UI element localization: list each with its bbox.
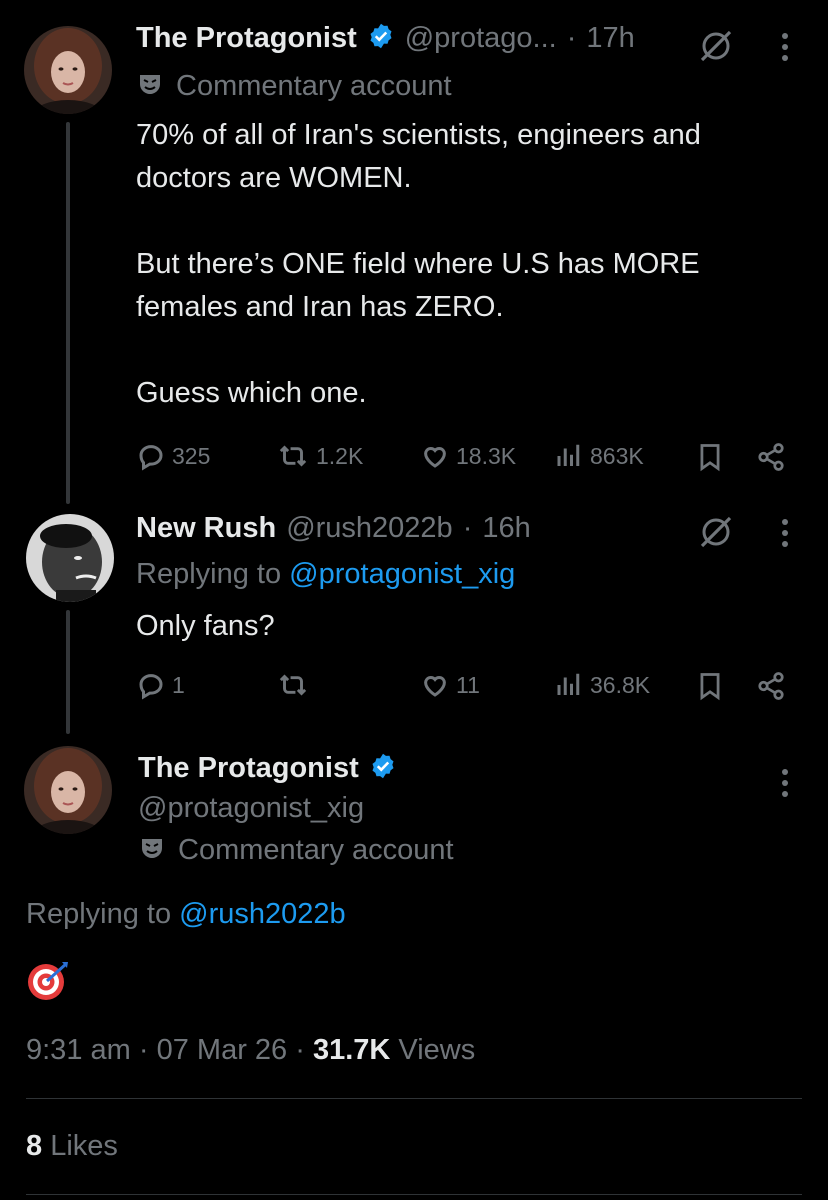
reply-count: 325 [172, 442, 211, 469]
like-button[interactable]: 18.3K [420, 441, 516, 471]
grok-slash-icon[interactable] [696, 26, 736, 71]
replying-handle-link[interactable]: @rush2022b [179, 898, 346, 930]
display-name[interactable]: New Rush [136, 512, 276, 545]
likes-total: 8 [26, 1130, 43, 1162]
like-button[interactable]: 11 [420, 670, 480, 700]
thread-line [66, 122, 70, 504]
like-count: 11 [456, 671, 480, 698]
likes-summary[interactable]: 8 Likes [26, 1130, 118, 1163]
tweet-date[interactable]: 07 Mar 26 [157, 1034, 288, 1066]
tweet-time[interactable]: 9:31 am [26, 1034, 131, 1066]
tweet-header: The Protagonist [138, 752, 397, 785]
reply-icon [139, 445, 163, 471]
separator: · [566, 22, 577, 54]
views-icon [557, 444, 580, 466]
tweet-line: doctors are WOMEN. [136, 162, 412, 194]
replying-prefix: Replying to [136, 558, 282, 590]
share-icon[interactable] [756, 671, 786, 706]
commentary-text: Commentary account [176, 70, 452, 102]
like-icon [424, 676, 446, 697]
views-label: Views [398, 1034, 476, 1066]
share-icon[interactable] [756, 442, 786, 477]
views-count: 36.8K [590, 671, 651, 698]
handle[interactable]: @protago... [405, 22, 557, 55]
like-icon [424, 447, 446, 468]
verified-badge-icon [369, 752, 397, 785]
more-icon[interactable] [778, 516, 792, 555]
tweet-line: females and Iran has ZERO. [136, 291, 504, 323]
commentary-text: Commentary account [178, 834, 454, 866]
repost-icon [279, 674, 307, 696]
repost-button[interactable]: 1.2K [276, 441, 363, 471]
tweet-line: But there’s ONE field where U.S has MORE [136, 248, 700, 280]
tweet-header: The Protagonist @protago... · 17h [136, 22, 635, 55]
reply-button[interactable]: 1 [136, 670, 185, 700]
avatar[interactable] [26, 514, 114, 602]
mask-icon [138, 834, 166, 867]
tweet-body: 70% of all of Iran's scientists, enginee… [136, 114, 796, 415]
tweet-line: Guess which one. [136, 377, 367, 409]
views-button[interactable]: 36.8K [554, 670, 650, 700]
replying-prefix: Replying to [26, 898, 172, 930]
commentary-label: Commentary account [136, 70, 452, 103]
repost-count: 1.2K [316, 442, 364, 469]
likes-label: Likes [50, 1130, 118, 1162]
commentary-label: Commentary account [138, 834, 454, 867]
handle[interactable]: @protagonist_xig [138, 792, 364, 825]
timestamp[interactable]: 16h [482, 512, 530, 545]
replying-to: Replying to @rush2022b [26, 898, 346, 931]
separator: · [462, 512, 473, 544]
views-button[interactable]: 863K [554, 441, 644, 471]
bookmark-icon[interactable] [696, 671, 724, 706]
separator: · [138, 1034, 149, 1066]
handle[interactable]: @rush2022b [286, 512, 453, 545]
views-count: 863K [590, 442, 644, 469]
like-count: 18.3K [456, 442, 517, 469]
avatar[interactable] [24, 26, 112, 114]
mask-icon [136, 70, 164, 103]
target-emoji-icon [26, 960, 72, 1007]
more-icon[interactable] [778, 30, 792, 69]
repost-icon [279, 445, 307, 467]
views-total: 31.7K [312, 1034, 391, 1066]
timestamp[interactable]: 17h [586, 22, 634, 55]
thread-line [66, 610, 70, 734]
tweet-line: 70% of all of Iran's scientists, enginee… [136, 119, 701, 151]
separator: · [295, 1034, 305, 1066]
replying-handle-link[interactable]: @protagonist_xig [289, 558, 515, 590]
views-icon [557, 673, 580, 695]
tweet-text: Only fans? [136, 610, 275, 642]
verified-badge-icon [367, 22, 395, 55]
display-name[interactable]: The Protagonist [136, 22, 357, 55]
replying-to: Replying to @protagonist_xig [136, 558, 515, 591]
tweet-meta: 9:31 am · 07 Mar 26 · 31.7K Views [26, 1034, 475, 1067]
divider [26, 1098, 802, 1099]
divider [26, 1194, 802, 1195]
reply-count: 1 [172, 671, 185, 698]
display-name[interactable]: The Protagonist [138, 752, 359, 785]
tweet-header: New Rush @rush2022b · 16h [136, 512, 531, 545]
reply-button[interactable]: 325 [136, 441, 210, 471]
bookmark-icon[interactable] [696, 442, 724, 477]
grok-slash-icon[interactable] [696, 512, 736, 557]
repost-button[interactable] [276, 670, 310, 700]
reply-icon [139, 674, 163, 700]
avatar[interactable] [24, 746, 112, 834]
more-icon[interactable] [778, 766, 792, 805]
